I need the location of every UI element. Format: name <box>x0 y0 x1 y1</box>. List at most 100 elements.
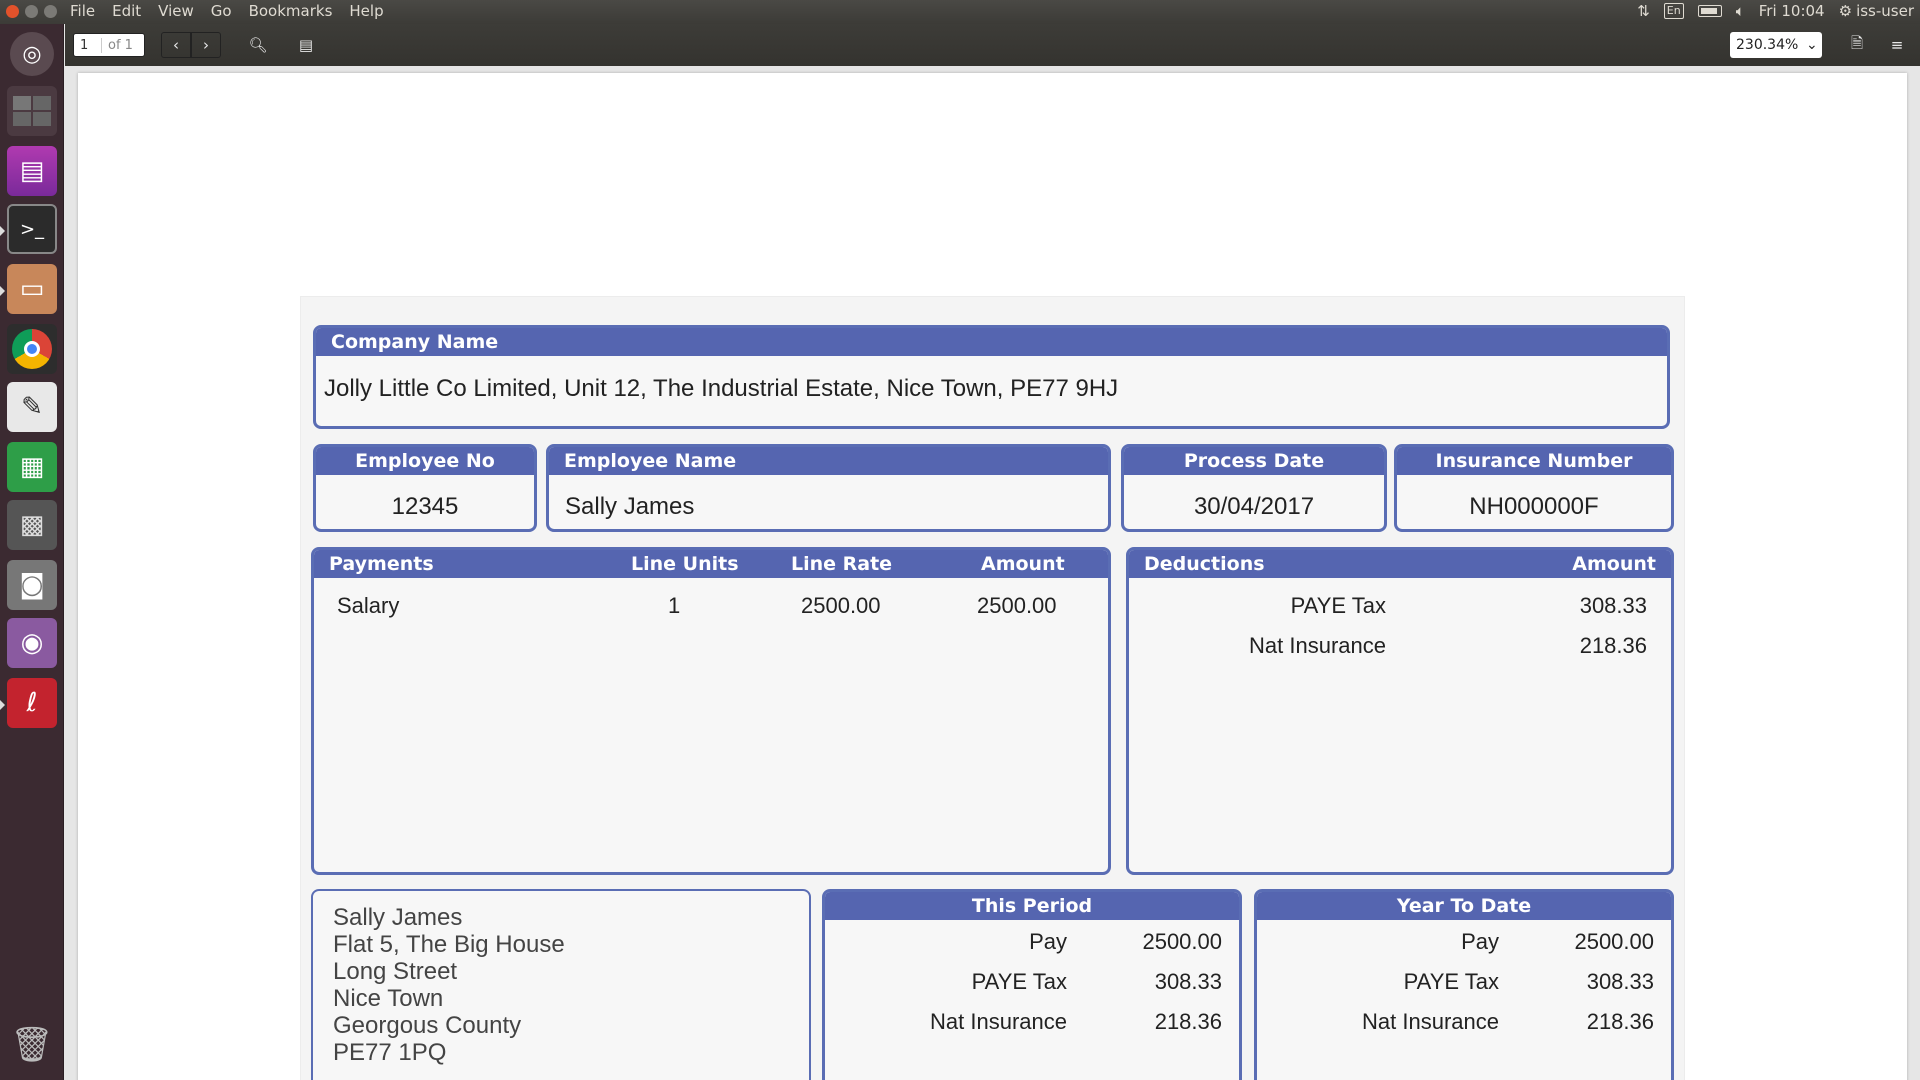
next-page-button[interactable]: › <box>191 32 221 58</box>
sidebar-toggle-button[interactable]: ▤ <box>289 32 323 58</box>
ytd-amount: 2500.00 <box>1574 929 1654 954</box>
payment-label: Salary <box>337 593 400 618</box>
table-row: Nat Insurance 218.36 <box>1129 618 1671 658</box>
this-period-header: This Period <box>825 892 1239 920</box>
address-block: Sally James Flat 5, The Big House Long S… <box>313 891 809 1066</box>
menu-file[interactable]: File <box>70 2 95 20</box>
chevron-left-icon: ‹ <box>173 36 179 54</box>
page-number-field[interactable]: 1 of 1 <box>73 33 145 57</box>
text-editor-icon[interactable]: ✎ <box>7 382 57 432</box>
deduction-label: PAYE Tax <box>1290 593 1386 618</box>
table-row: Salary 1 2500.00 2500.00 <box>314 578 1108 618</box>
payments-header-rate: Line Rate <box>791 553 893 575</box>
table-row: PAYE Tax 308.33 <box>1257 960 1671 1000</box>
workspace-switcher-icon[interactable] <box>7 86 57 136</box>
clipboard-icon: ▤ <box>298 36 314 54</box>
spreadsheet-icon[interactable]: ▦ <box>7 442 57 492</box>
clock[interactable]: Fri 10:04 <box>1759 2 1825 20</box>
menu-go[interactable]: Go <box>211 2 232 20</box>
page-number-value[interactable]: 1 <box>74 37 102 53</box>
deduction-label: Nat Insurance <box>1249 633 1386 658</box>
user-name[interactable]: iss-user <box>1856 2 1914 20</box>
ytd-label: PAYE Tax <box>1403 969 1499 994</box>
file-manager-icon[interactable]: ▭ <box>7 264 57 314</box>
battery-icon[interactable] <box>1697 5 1722 17</box>
insurance-number-header: Insurance Number <box>1397 447 1671 475</box>
payments-header-label: Payments <box>329 553 434 575</box>
keyboard-layout-indicator[interactable]: En <box>1663 3 1684 19</box>
volume-icon[interactable]: 🔈︎ <box>1736 2 1745 20</box>
terminal-icon[interactable]: >_ <box>7 204 57 254</box>
deductions-header-amount: Amount <box>1572 553 1656 575</box>
employee-name-value: Sally James <box>565 493 695 520</box>
search-icon: 🔍︎ <box>248 36 268 54</box>
zoom-select[interactable]: 230.34% ⌄ <box>1730 32 1822 58</box>
employee-name-panel: Employee Name Sally James <box>546 444 1111 532</box>
maximize-window-icon[interactable] <box>44 5 57 18</box>
image-viewer-icon[interactable]: ◉ <box>7 618 57 668</box>
period-amount: 218.36 <box>1154 1009 1222 1034</box>
employee-no-panel: Employee No 12345 <box>313 444 537 532</box>
deductions-header-label: Deductions <box>1144 553 1265 575</box>
address-line: PE77 1PQ <box>333 1039 447 1066</box>
hamburger-menu-button[interactable]: ≡ <box>1880 32 1914 58</box>
document-icon: 🗎︎ <box>1850 33 1864 52</box>
deduction-amount: 308.33 <box>1579 593 1647 618</box>
trash-icon[interactable]: 🗑︎ <box>7 1020 57 1070</box>
chevron-down-icon: ⌄ <box>1806 37 1818 53</box>
period-label: Nat Insurance <box>930 1009 1067 1034</box>
company-header: Company Name <box>316 328 1667 356</box>
menu-edit[interactable]: Edit <box>112 2 141 20</box>
process-date-header: Process Date <box>1124 447 1384 475</box>
process-date-value: 30/04/2017 <box>1193 493 1315 520</box>
address-line: Flat 5, The Big House <box>333 931 565 958</box>
period-amount: 308.33 <box>1154 969 1222 994</box>
page-count: of 1 <box>108 37 133 53</box>
insurance-number-panel: Insurance Number NH000000F <box>1394 444 1674 532</box>
payments-panel: Payments Line Units Line Rate Amount Sal… <box>311 547 1111 875</box>
ytd-label: Pay <box>1461 929 1499 954</box>
screenshot-icon[interactable]: ◙ <box>7 560 57 610</box>
company-panel: Company Name Jolly Little Co Limited, Un… <box>313 325 1670 429</box>
close-window-icon[interactable] <box>6 5 19 18</box>
payments-header-units: Line Units <box>631 553 739 575</box>
hamburger-icon: ≡ <box>1890 36 1904 54</box>
ytd-label: Nat Insurance <box>1362 1009 1499 1034</box>
menu-view[interactable]: View <box>158 2 194 20</box>
address-line: Long Street <box>333 958 458 985</box>
document-view[interactable]: Company Name Jolly Little Co Limited, Un… <box>65 66 1920 1080</box>
this-period-panel: This Period Pay 2500.00 PAYE Tax 308.33 … <box>822 889 1242 1080</box>
table-row: PAYE Tax 308.33 <box>825 960 1239 1000</box>
payments-header-amount: Amount <box>981 553 1065 575</box>
payment-units: 1 <box>668 593 681 618</box>
document-viewer-icon[interactable]: ℓ <box>7 678 57 728</box>
table-row: Nat Insurance 218.36 <box>825 1000 1239 1040</box>
previous-page-button[interactable]: ‹ <box>161 32 191 58</box>
deduction-amount: 218.36 <box>1579 633 1647 658</box>
search-button[interactable]: 🔍︎ <box>241 32 275 58</box>
deductions-header: Deductions Amount <box>1129 550 1671 578</box>
employee-name-header: Employee Name <box>549 447 1108 475</box>
zoom-value: 230.34% <box>1736 37 1799 53</box>
network-icon[interactable]: ⇅ <box>1637 2 1650 20</box>
annotate-button[interactable]: 🗎︎ <box>1840 32 1874 58</box>
address-line: Georgous County <box>333 1012 522 1039</box>
payments-header: Payments Line Units Line Rate Amount <box>314 550 1108 578</box>
settings-gear-icon[interactable]: ⚙ <box>1839 2 1852 20</box>
period-label: PAYE Tax <box>971 969 1067 994</box>
ytd-amount: 308.33 <box>1586 969 1654 994</box>
app-window-icon[interactable]: ▤ <box>7 146 57 196</box>
deductions-panel: Deductions Amount PAYE Tax 308.33 Nat In… <box>1126 547 1674 875</box>
address-line: Nice Town <box>333 985 444 1012</box>
menu-bookmarks[interactable]: Bookmarks <box>249 2 333 20</box>
menu-help[interactable]: Help <box>349 2 383 20</box>
chrome-icon[interactable] <box>7 324 57 374</box>
year-to-date-panel: Year To Date Pay 2500.00 PAYE Tax 308.33… <box>1254 889 1674 1080</box>
minimize-window-icon[interactable] <box>25 5 38 18</box>
calculator-icon[interactable]: ▩ <box>7 500 57 550</box>
payment-rate: 2500.00 <box>801 593 881 618</box>
table-row: Pay 2500.00 <box>825 920 1239 960</box>
table-row: Pay 2500.00 <box>1257 920 1671 960</box>
ubuntu-dash-icon[interactable]: ◎ <box>10 32 54 76</box>
payslip: Company Name Jolly Little Co Limited, Un… <box>300 296 1685 1080</box>
